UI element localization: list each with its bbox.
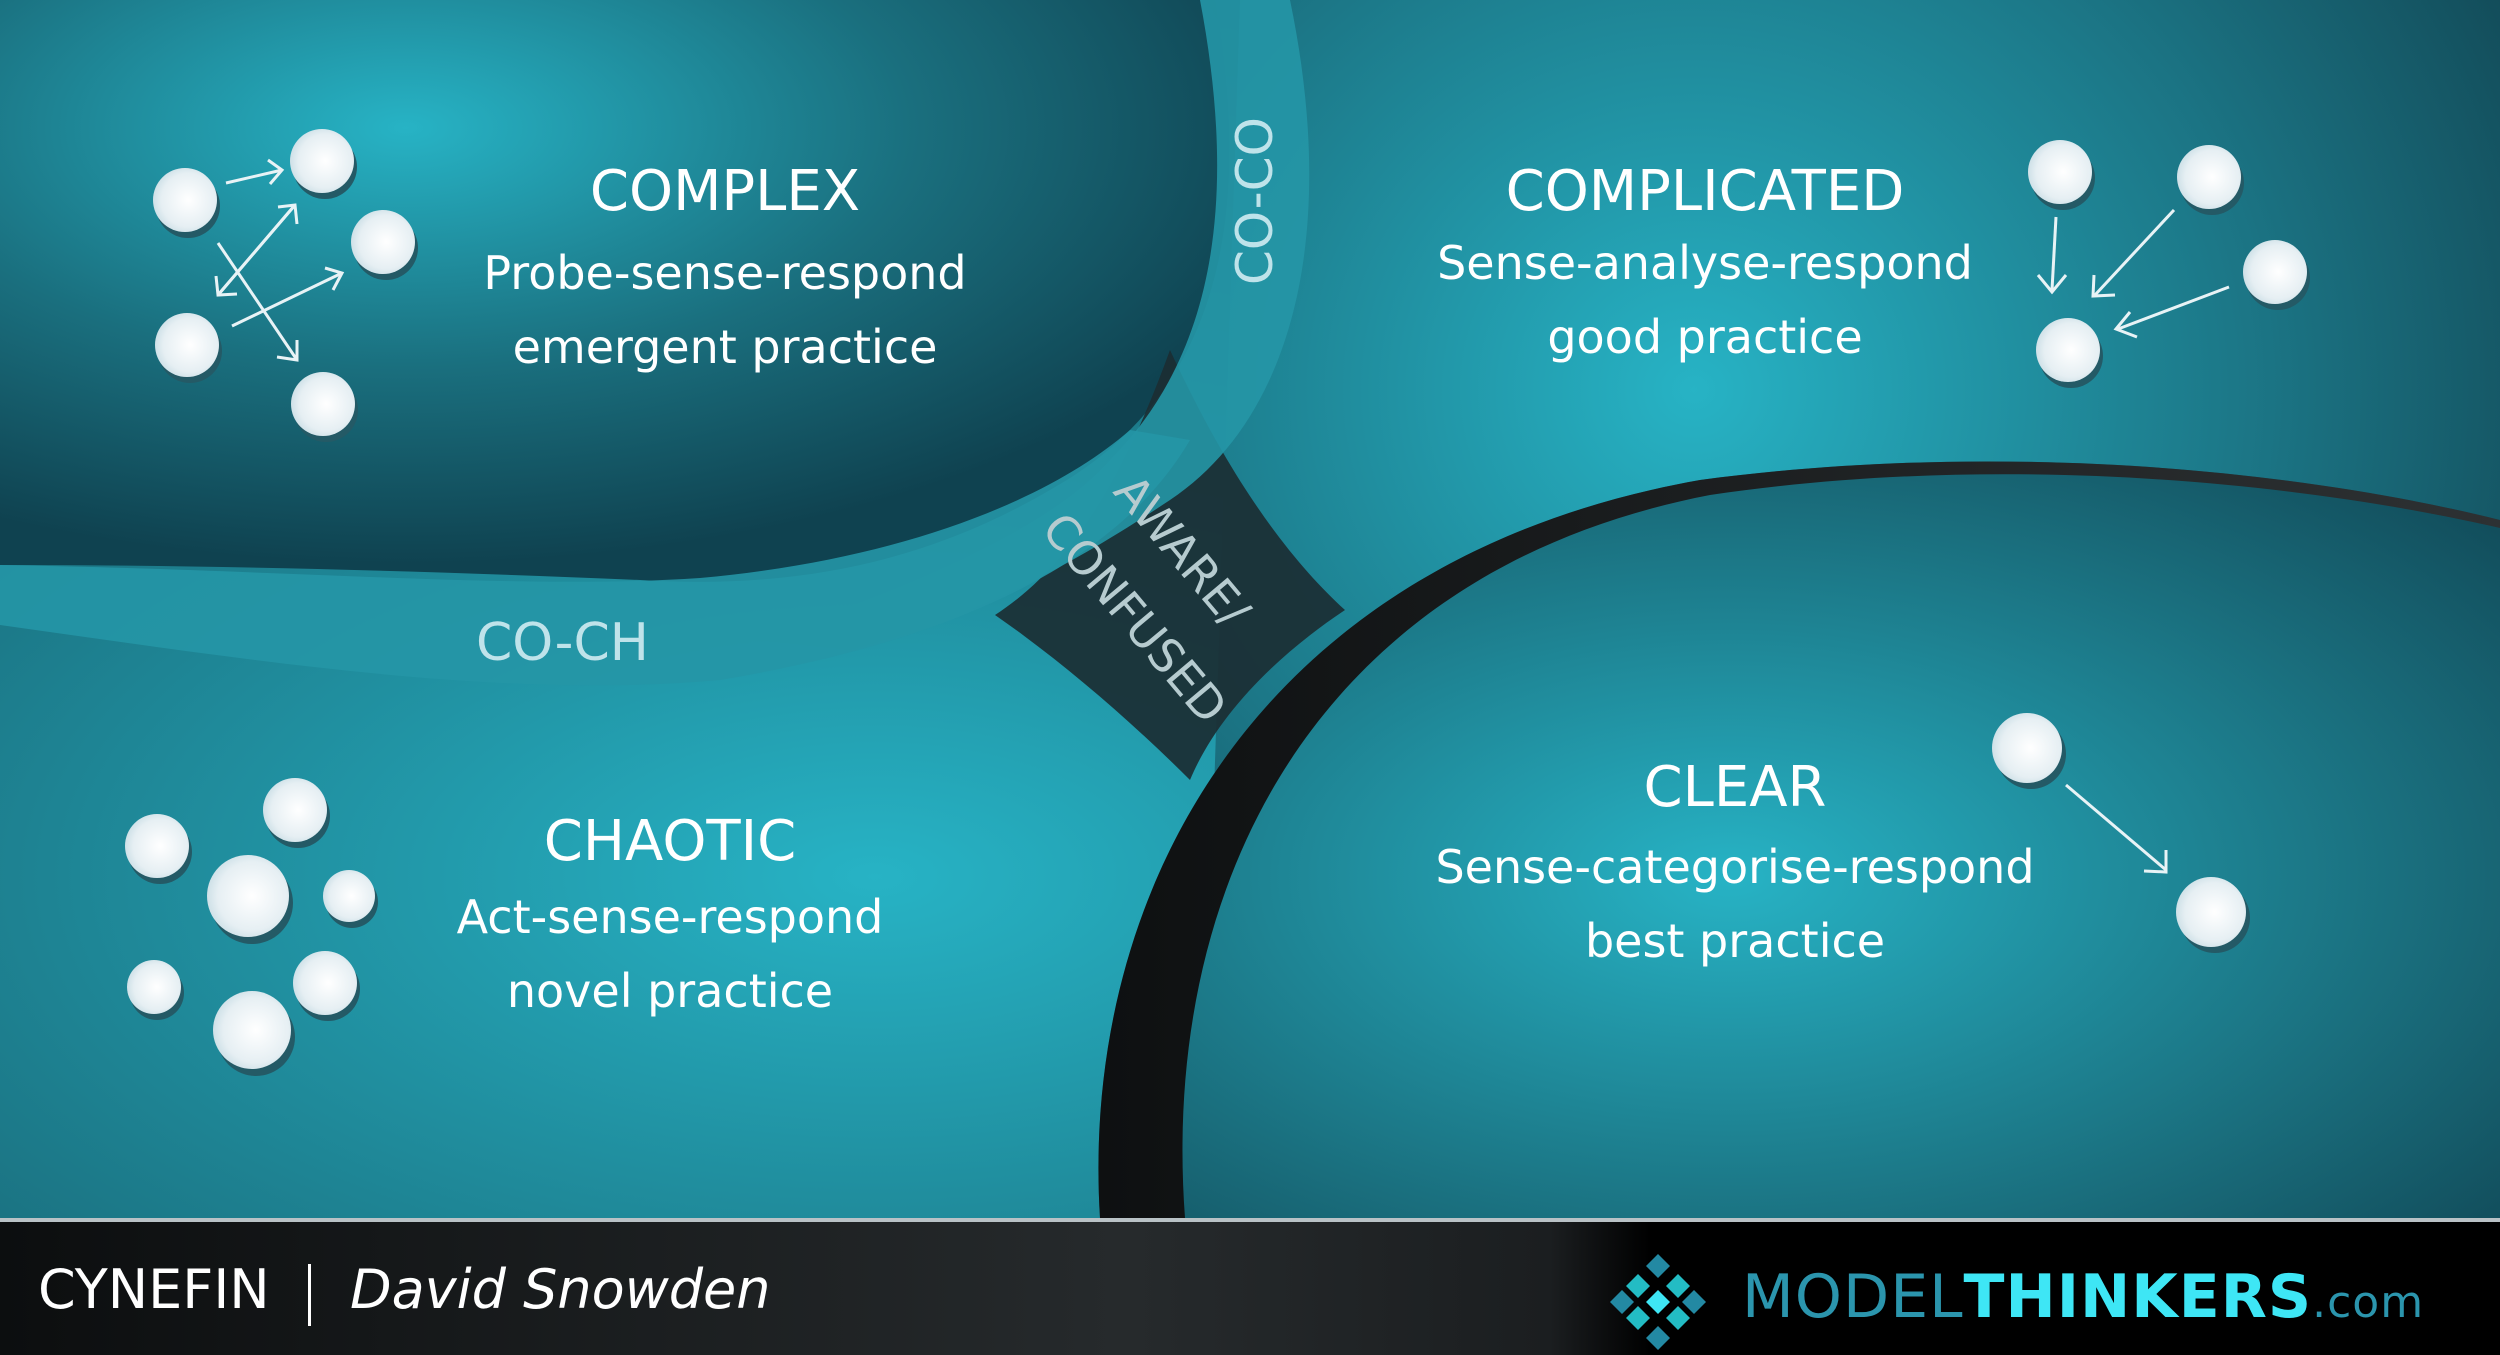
clear-practice: best practice bbox=[1584, 914, 1886, 968]
clear-approach: Sense-categorise-respond bbox=[1435, 840, 2035, 894]
complicated-practice: good practice bbox=[1547, 310, 1863, 364]
chaotic-domain: CHAOTIC Act-sense-respond novel practice bbox=[400, 810, 940, 1028]
cynefin-diagram: CO-CO CO-CH AWARE/ CONFUSED bbox=[0, 0, 2500, 1218]
brand-model: MODEL bbox=[1742, 1262, 1964, 1332]
brand-thinkers: THINKERS bbox=[1963, 1262, 2313, 1332]
cynefin-diagram-page: CO-CO CO-CH AWARE/ CONFUSED COMPLEX Prob… bbox=[0, 0, 2500, 1355]
complex-title: COMPLEX bbox=[589, 159, 861, 224]
model-author: David Snowden bbox=[350, 1258, 771, 1321]
chaotic-practice: novel practice bbox=[506, 964, 834, 1018]
chaotic-title: CHAOTIC bbox=[543, 809, 797, 874]
co-ch-label: CO-CH bbox=[476, 613, 649, 673]
brand-suffix: .com bbox=[2312, 1277, 2425, 1328]
modelthinkers-brand[interactable]: MODELTHINKERS.com bbox=[1742, 1262, 2424, 1332]
complicated-approach: Sense-analyse-respond bbox=[1437, 236, 1973, 290]
clear-title: CLEAR bbox=[1643, 755, 1827, 820]
co-co-label: CO-CO bbox=[1226, 117, 1284, 285]
title-separator bbox=[308, 1264, 311, 1326]
complicated-title: COMPLICATED bbox=[1505, 159, 1905, 224]
chaotic-approach: Act-sense-respond bbox=[456, 890, 884, 944]
complex-domain: COMPLEX Probe-sense-respond emergent pra… bbox=[440, 160, 1010, 384]
model-title: CYNEFIN bbox=[38, 1258, 270, 1321]
footer-bar: CYNEFIN David Snowden MODELTHINKERS.com bbox=[0, 1218, 2500, 1355]
clear-domain: CLEAR Sense-categorise-respond best prac… bbox=[1420, 756, 2050, 978]
complex-approach: Probe-sense-respond bbox=[483, 246, 967, 300]
complicated-domain: COMPLICATED Sense-analyse-respond good p… bbox=[1410, 160, 2000, 374]
modelthinkers-logo-icon bbox=[1610, 1254, 1706, 1350]
complex-practice: emergent practice bbox=[512, 320, 938, 374]
